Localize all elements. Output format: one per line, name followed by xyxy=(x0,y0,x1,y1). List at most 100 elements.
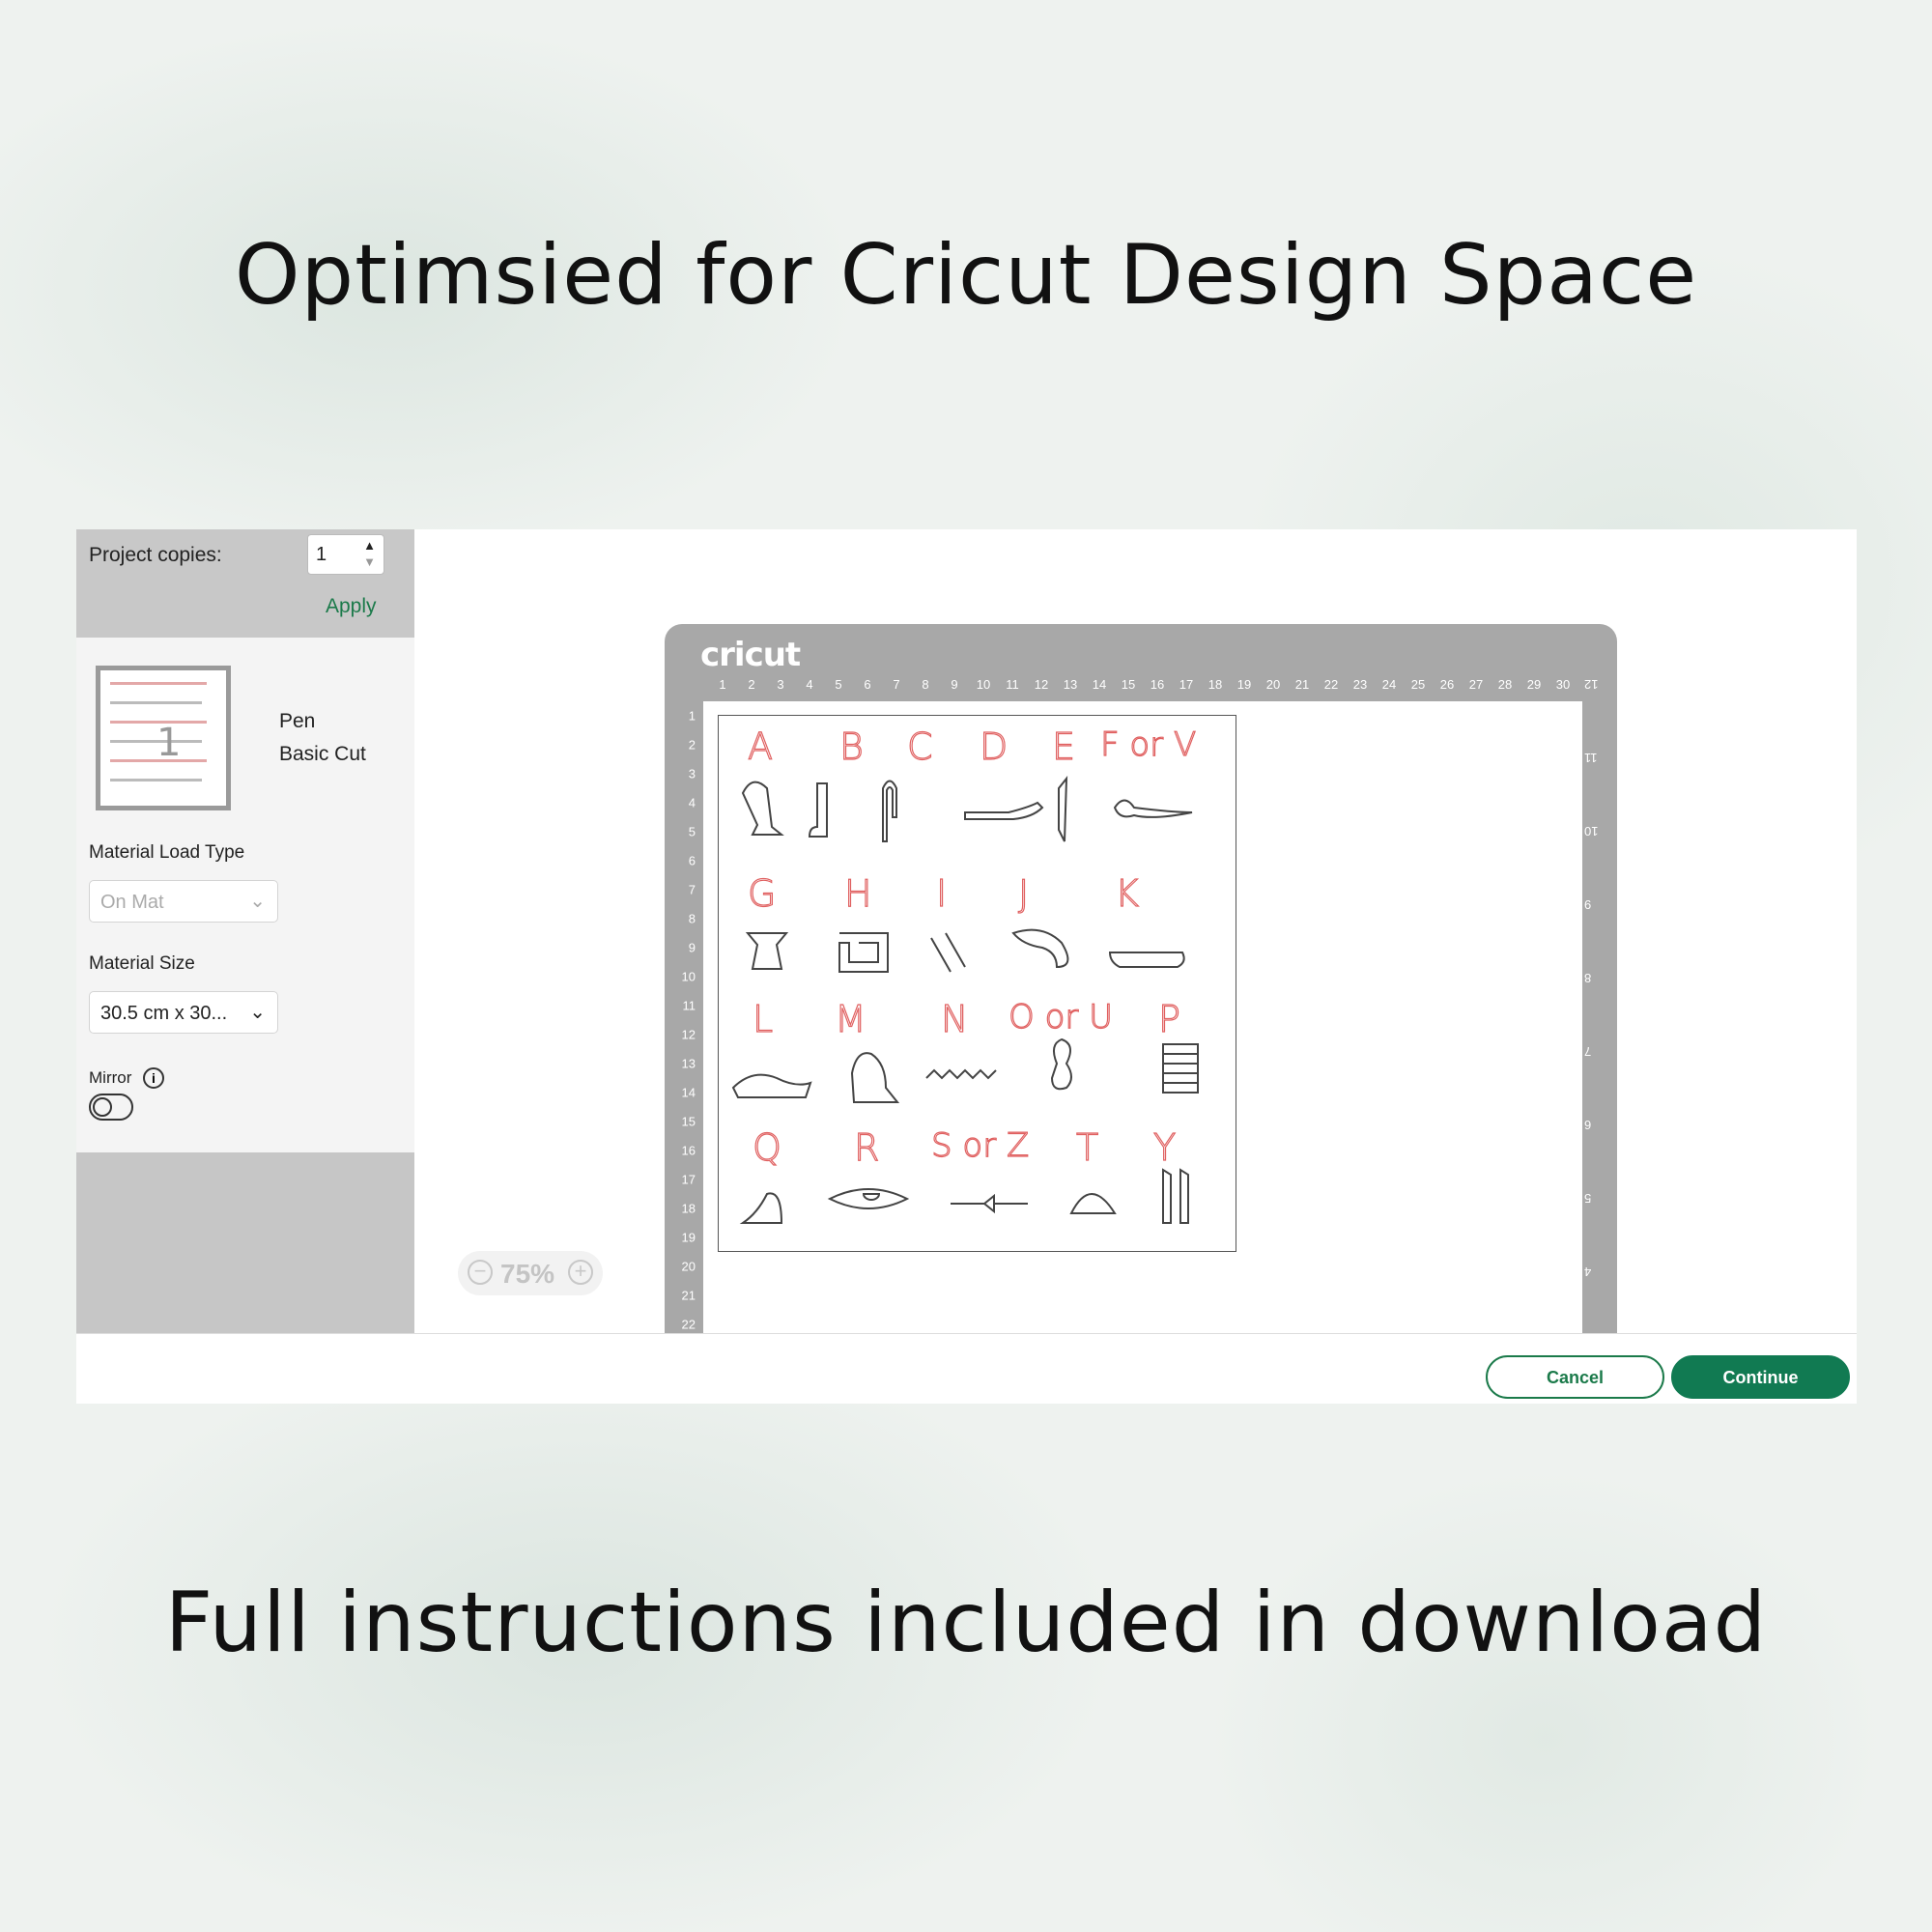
mat-cut-type-label: Basic Cut xyxy=(279,743,366,765)
ruler-top-tick: 19 xyxy=(1236,677,1252,692)
ruler-left-tick: 17 xyxy=(681,1172,696,1187)
ruler-top-tick: 13 xyxy=(1063,677,1078,692)
ruler-right-tick: 6 xyxy=(1584,1118,1592,1132)
design-letter-label: F or V xyxy=(1099,724,1197,764)
hieroglyph-glyphs xyxy=(731,776,1199,1224)
ruler-left-tick: 4 xyxy=(688,795,696,810)
hieroglyph-alphabet-design[interactable]: A BC DE F or V G H I J K L M N O or U P Q R S or Z T Y xyxy=(718,715,1236,1252)
increment-arrow-icon[interactable]: ▲ xyxy=(363,539,376,552)
zoom-value: 75% xyxy=(500,1259,555,1289)
chevron-down-icon: ⌄ xyxy=(249,1002,266,1023)
basket-handle-glyph xyxy=(1108,952,1185,968)
design-letter-label: M xyxy=(834,997,867,1040)
ruler-left-tick: 12 xyxy=(681,1027,696,1042)
vulture-glyph xyxy=(741,781,784,836)
chevron-down-icon: ⌄ xyxy=(249,891,266,912)
design-letter-label: R xyxy=(853,1125,880,1169)
cobra-glyph xyxy=(1011,928,1069,969)
project-copies-input[interactable]: 1 ▲ ▼ xyxy=(307,534,384,575)
ruler-left-tick: 11 xyxy=(682,998,696,1013)
ruler-top-tick: 27 xyxy=(1468,677,1484,692)
zoom-in-icon[interactable]: + xyxy=(568,1260,593,1285)
mirror-toggle[interactable] xyxy=(89,1094,133,1121)
ruler-top: 1 2 3 4 5 6 7 8 9 10 11 12 13 14 15 16 17 18 19 20 21 22 23 24 2… xyxy=(719,677,1570,696)
ruler-left-tick: 6 xyxy=(688,853,696,868)
mouth-glyph xyxy=(827,1188,910,1209)
apply-button[interactable]: Apply xyxy=(326,595,377,618)
mat-number: 1 xyxy=(156,721,182,765)
quail-glyph xyxy=(1050,1037,1072,1091)
ruler-right-tick: 5 xyxy=(1584,1191,1592,1206)
ruler-left-tick: 21 xyxy=(681,1288,696,1303)
ruler-top-tick: 14 xyxy=(1092,677,1107,692)
continue-button[interactable]: Continue xyxy=(1671,1355,1850,1399)
sidebar: Project copies: 1 ▲ ▼ Apply 1 Pen Basic … xyxy=(76,529,414,1333)
ruler-right-tick: 10 xyxy=(1584,824,1599,838)
design-letter-label: L xyxy=(752,997,774,1040)
mat-preview-canvas: cricut 1 2 3 4 5 6 7 8 9 10 11 12 13 14 15 16 17 18 19 20 21… xyxy=(414,529,1857,1333)
ruler-top-tick: 17 xyxy=(1179,677,1194,692)
design-letter-label: Q xyxy=(752,1125,781,1169)
material-load-type-dropdown[interactable]: On Mat ⌄ xyxy=(89,880,278,923)
ruler-top-tick: 4 xyxy=(806,677,813,692)
ruler-top-tick: 25 xyxy=(1410,677,1426,692)
ruler-left-tick: 10 xyxy=(681,969,696,984)
design-letter-label: I xyxy=(935,871,948,915)
ruler-left-tick: 18 xyxy=(681,1201,696,1216)
ruler-left-tick: 7 xyxy=(688,882,696,897)
ruler-top-tick: 7 xyxy=(893,677,900,692)
ruler-top-tick: 15 xyxy=(1121,677,1136,692)
ruler-left-tick: 9 xyxy=(688,940,696,955)
design-letter-label: E xyxy=(1051,724,1076,768)
reed-glyph xyxy=(930,932,966,973)
decrement-arrow-icon[interactable]: ▼ xyxy=(363,555,376,568)
design-letter-label: O or U xyxy=(1008,997,1114,1037)
design-letter-label: G xyxy=(747,871,777,915)
ruler-top-tick: 21 xyxy=(1294,677,1310,692)
material-load-type-value: On Mat xyxy=(100,892,164,913)
zoom-control: − 75% + xyxy=(458,1251,603,1295)
cutting-mat: cricut 1 2 3 4 5 6 7 8 9 10 11 12 13 14 15 16 17 18 19 20 21… xyxy=(665,624,1617,1333)
ruler-left-tick: 19 xyxy=(681,1230,696,1245)
ruler-left-tick: 8 xyxy=(688,911,696,926)
zoom-out-icon[interactable]: − xyxy=(468,1260,493,1285)
ruler-left-tick: 14 xyxy=(681,1085,696,1100)
bread-glyph xyxy=(1069,1193,1117,1214)
cricut-prepare-window: Project copies: 1 ▲ ▼ Apply 1 Pen Basic … xyxy=(76,529,1857,1404)
mat-tool-label: Pen xyxy=(279,710,316,732)
headline-top: Optimsied for Cricut Design Space xyxy=(234,227,1698,324)
snake-glyph xyxy=(1113,799,1193,818)
material-size-value: 30.5 cm x 30... xyxy=(100,1003,228,1024)
design-letter-label: A xyxy=(747,724,773,768)
design-letter-label: J xyxy=(1017,871,1030,915)
design-letter-label: B xyxy=(838,724,864,768)
ruler-top-tick: 23 xyxy=(1352,677,1368,692)
ruler-top-tick: 2 xyxy=(748,677,755,692)
ruler-right-tick: 9 xyxy=(1584,897,1592,912)
house-glyph xyxy=(838,932,889,973)
cancel-button[interactable]: Cancel xyxy=(1486,1355,1664,1399)
ruler-top-tick: 11 xyxy=(1006,677,1019,692)
hill-glyph xyxy=(739,1192,783,1224)
info-icon[interactable]: i xyxy=(143,1067,164,1089)
ruler-top-tick: 28 xyxy=(1497,677,1513,692)
material-load-type-label: Material Load Type xyxy=(89,842,245,863)
design-letter-label: N xyxy=(940,997,969,1040)
headline-bottom: Full instructions included in download xyxy=(164,1575,1768,1671)
ruler-top-tick: 16 xyxy=(1150,677,1165,692)
ruler-left: 1 2 3 4 5 6 7 8 9 10 11 12 13 14 15 16 17 18 19 20 21 22 xyxy=(665,709,703,1333)
mat-thumbnail[interactable]: 1 xyxy=(96,666,231,810)
basket-glyph xyxy=(1058,776,1068,842)
material-size-dropdown[interactable]: 30.5 cm x 30... ⌄ xyxy=(89,991,278,1034)
owl-glyph xyxy=(850,1052,900,1103)
ruler-top-tick: 26 xyxy=(1439,677,1455,692)
ruler-top-tick: 10 xyxy=(976,677,991,692)
ruler-left-tick: 3 xyxy=(688,766,696,781)
hand-glyph xyxy=(964,801,1044,820)
thumb-row xyxy=(110,779,202,781)
ruler-top-tick: 3 xyxy=(777,677,784,692)
project-copies-panel: Project copies: 1 ▲ ▼ Apply xyxy=(76,529,414,638)
ruler-top-tick: 5 xyxy=(835,677,842,692)
water-glyph xyxy=(925,1068,997,1080)
thumb-row xyxy=(110,701,202,704)
